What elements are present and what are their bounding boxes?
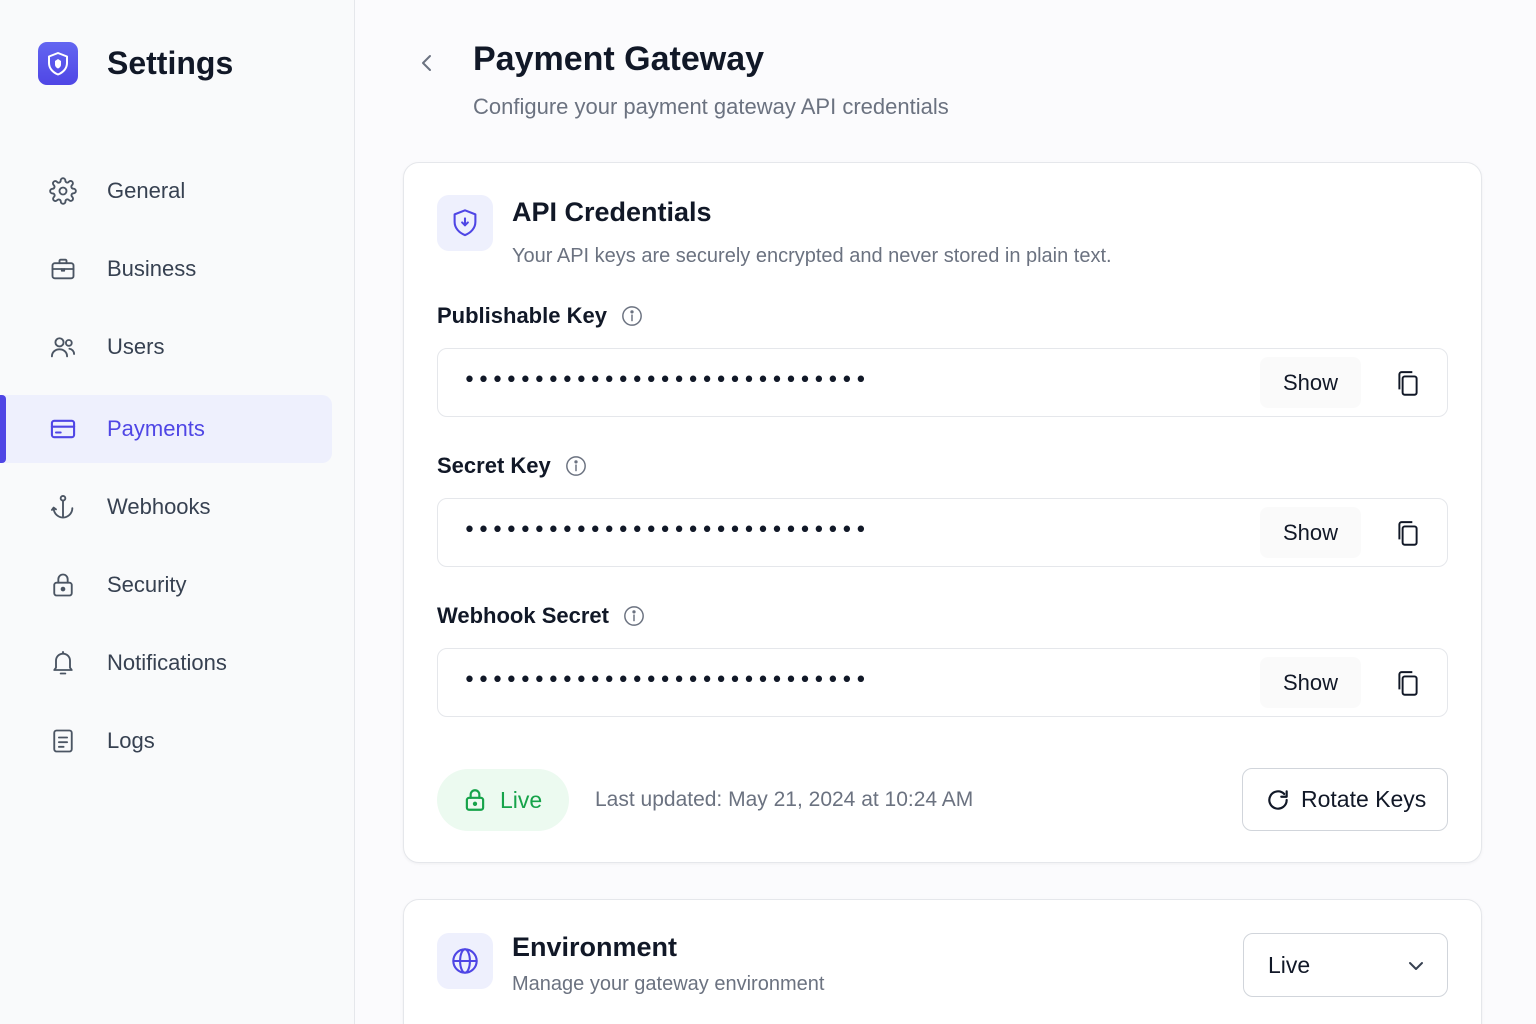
sidebar-item-label: Business (107, 256, 197, 281)
sidebar-item-label: Notifications (107, 650, 227, 675)
page-subtitle: Configure your payment gateway API crede… (473, 94, 949, 119)
rotate-keys-button[interactable]: Rotate Keys (1242, 768, 1448, 831)
field-label-text: Publishable Key (437, 303, 607, 328)
masked-key-value: ••••••••••••••••••••••••••••• (463, 368, 869, 393)
refresh-icon (1265, 787, 1291, 813)
publishable-key-label: Publishable Key (437, 303, 643, 329)
chevron-down-icon (1404, 954, 1428, 978)
copy-icon (1398, 521, 1418, 546)
card-title: Environment (512, 932, 678, 962)
sidebar-item-label: Payments (107, 416, 205, 441)
globe-icon (437, 933, 493, 989)
bell-icon (48, 648, 78, 678)
sidebar-item-label: General (107, 178, 186, 203)
copy-icon (1398, 371, 1418, 396)
environment-select[interactable]: Live (1243, 933, 1448, 997)
copy-icon (1398, 671, 1418, 696)
show-webhook-secret-button[interactable]: Show (1260, 657, 1361, 708)
copy-webhook-secret-button[interactable] (1388, 667, 1428, 701)
sidebar-item-webhooks[interactable]: Webhooks (0, 473, 332, 541)
document-icon (48, 726, 78, 756)
info-icon[interactable] (565, 455, 587, 477)
sidebar-item-notifications[interactable]: Notifications (0, 629, 332, 697)
field-label-text: Secret Key (437, 453, 551, 478)
card-title: API Credentials (512, 197, 712, 227)
briefcase-icon (48, 254, 78, 284)
masked-key-value: ••••••••••••••••••••••••••••• (463, 668, 869, 693)
shield-logo-icon (38, 42, 78, 85)
sidebar-item-business[interactable]: Business (0, 235, 332, 303)
brand: Settings (38, 42, 233, 85)
sidebar-item-payments[interactable]: Payments (0, 395, 332, 463)
sidebar-item-logs[interactable]: Logs (0, 707, 332, 775)
secret-key-label: Secret Key (437, 453, 587, 479)
sidebar-item-users[interactable]: Users (0, 313, 332, 381)
copy-secret-key-button[interactable] (1388, 517, 1428, 551)
gear-icon (48, 176, 78, 206)
shield-icon (437, 195, 493, 251)
last-updated-text: Last updated: May 21, 2024 at 10:24 AM (595, 788, 974, 811)
anchor-icon (48, 492, 78, 522)
field-label-text: Webhook Secret (437, 603, 609, 628)
show-publishable-key-button[interactable]: Show (1260, 357, 1361, 408)
credit-card-icon (48, 414, 78, 444)
sidebar-item-security[interactable]: Security (0, 551, 332, 619)
webhook-secret-label: Webhook Secret (437, 603, 645, 629)
lock-icon (48, 570, 78, 600)
card-description: Your API keys are securely encrypted and… (512, 245, 1112, 267)
app-title: Settings (107, 45, 234, 81)
info-icon[interactable] (621, 305, 643, 327)
sidebar-item-label: Logs (107, 728, 155, 753)
webhook-secret-field[interactable]: ••••••••••••••••••••••••••••• Show (437, 648, 1448, 717)
publishable-key-field[interactable]: ••••••••••••••••••••••••••••• Show (437, 348, 1448, 417)
users-icon (48, 332, 78, 362)
environment-select-value: Live (1268, 952, 1311, 978)
info-icon[interactable] (623, 605, 645, 627)
copy-publishable-key-button[interactable] (1388, 367, 1428, 401)
page-title: Payment Gateway (473, 40, 765, 78)
sidebar: Settings General Business Users Payments… (0, 0, 355, 1024)
sidebar-item-label: Webhooks (107, 494, 211, 519)
sidebar-item-general[interactable]: General (0, 157, 332, 225)
environment-card: Environment Manage your gateway environm… (403, 899, 1482, 1024)
api-credentials-card: API Credentials Your API keys are secure… (403, 162, 1482, 863)
card-description: Manage your gateway environment (512, 973, 825, 995)
sidebar-item-label: Security (107, 572, 187, 597)
show-secret-key-button[interactable]: Show (1260, 507, 1361, 558)
back-button[interactable] (410, 46, 444, 80)
sidebar-item-label: Users (107, 334, 165, 359)
lock-icon (462, 787, 488, 813)
secret-key-field[interactable]: ••••••••••••••••••••••••••••• Show (437, 498, 1448, 567)
chevron-left-icon (422, 55, 431, 71)
rotate-keys-label: Rotate Keys (1301, 786, 1427, 812)
status-badge-label: Live (500, 786, 543, 813)
status-badge: Live (437, 769, 569, 831)
masked-key-value: ••••••••••••••••••••••••••••• (463, 518, 869, 543)
